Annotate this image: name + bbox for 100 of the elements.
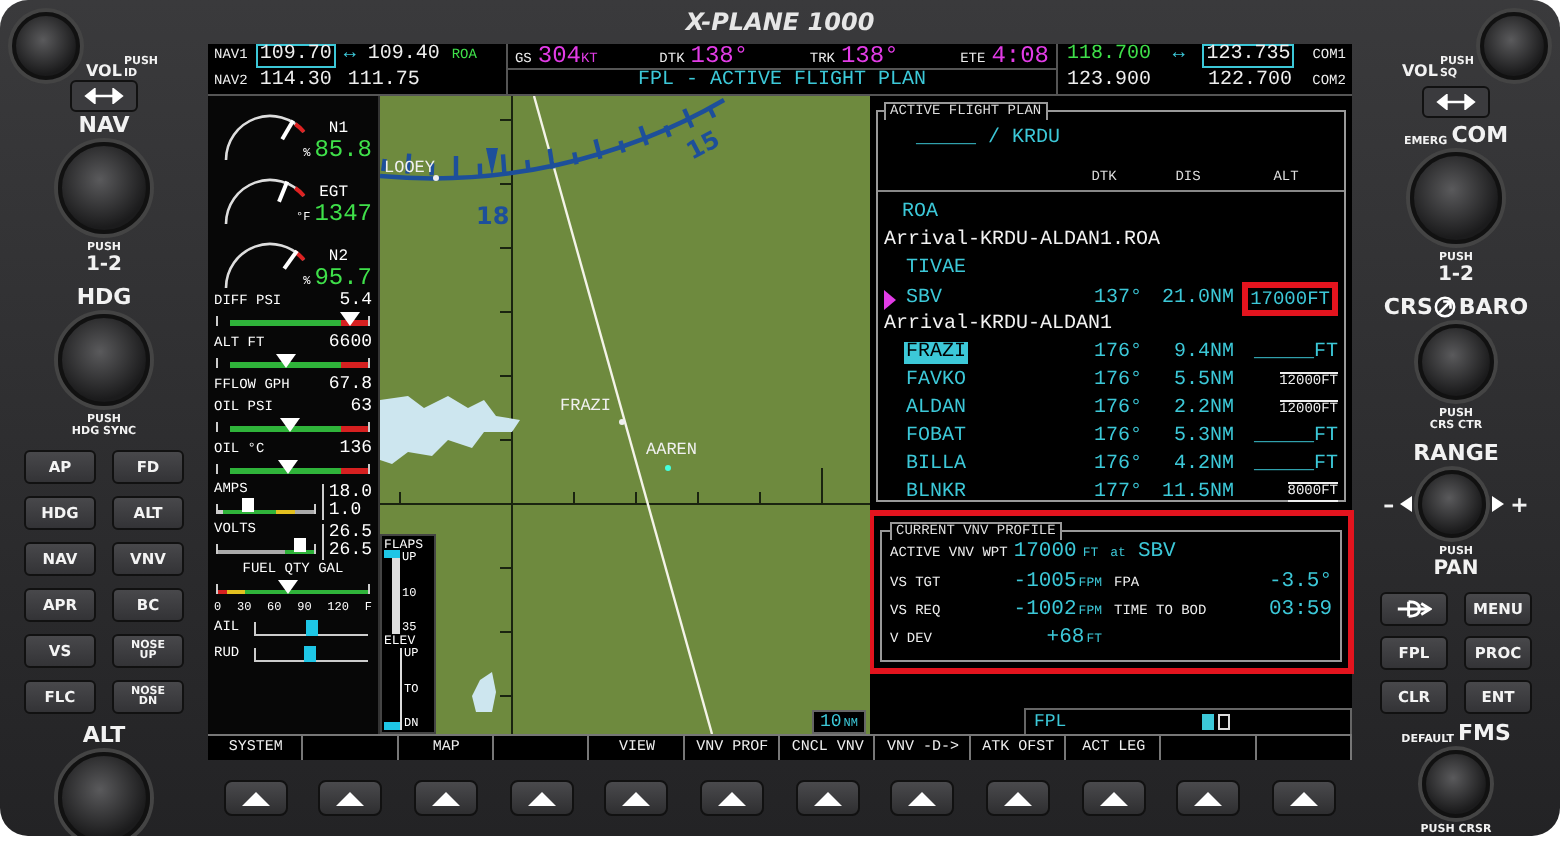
gauge-value: 18.0 xyxy=(328,484,372,502)
waypoint-label: LOOEY xyxy=(384,158,436,178)
table-cell-text: 177° xyxy=(1091,481,1142,503)
knob-label: FMS xyxy=(1457,720,1511,746)
page-title: FPL - ACTIVE FLIGHT PLAN xyxy=(508,68,1056,94)
standby-frequency[interactable]: 122.700 xyxy=(1203,69,1296,94)
field-value: -1005 xyxy=(1013,570,1077,594)
flight-plan-row[interactable]: SBV 137° 21.0NM 17000FT xyxy=(884,282,1338,310)
waypoint-name[interactable]: FRAZI xyxy=(904,341,969,363)
waypoint-label: FRAZI xyxy=(560,396,612,416)
swap-button[interactable] xyxy=(1422,85,1490,118)
gauge-value: 136 xyxy=(339,440,372,458)
double-arrow-icon xyxy=(84,88,124,104)
active-frequency[interactable]: 109.70 xyxy=(255,44,336,69)
up-triangle-icon xyxy=(1004,791,1033,805)
gauge-value: 26.5 xyxy=(328,524,372,542)
softkey-button[interactable] xyxy=(223,780,288,816)
up-triangle-icon xyxy=(241,791,270,805)
up-triangle-icon xyxy=(527,791,556,805)
waypoint-name[interactable]: FAVKO xyxy=(904,369,969,391)
field-value: +68 xyxy=(1046,626,1085,650)
standby-frequency[interactable]: 111.75 xyxy=(343,69,424,94)
knob-label: BARO xyxy=(1458,294,1529,320)
device-title: X-PLANE 1000 xyxy=(685,8,875,36)
active-frequency[interactable]: 114.30 xyxy=(255,69,336,94)
flight-plan-row[interactable]: TIVAE xyxy=(884,254,1338,282)
waypoint-name[interactable]: BLNKR xyxy=(904,481,969,503)
double-arrow-icon xyxy=(1436,93,1476,110)
softkey-button[interactable] xyxy=(318,780,383,816)
altitude-constraint[interactable]: _____FT xyxy=(1253,341,1338,363)
waypoint-marker xyxy=(665,465,671,471)
waypoint-name[interactable]: BILLA xyxy=(904,453,969,475)
gauge-value: 85.8 xyxy=(314,138,372,164)
softkey-button[interactable] xyxy=(986,780,1051,816)
softkey-button[interactable] xyxy=(1176,780,1241,816)
table-cell-text: 137° xyxy=(1091,288,1142,310)
knob-label: CRS xyxy=(1383,294,1433,320)
knob-label: VOL xyxy=(1401,62,1438,81)
compass-label: 18 xyxy=(476,202,510,230)
gauge-label: N1 xyxy=(328,120,348,138)
active-frequency[interactable]: 123.900 xyxy=(1063,69,1156,94)
softkey-button[interactable] xyxy=(1272,780,1337,816)
waypoint-name[interactable]: ROA xyxy=(900,201,941,223)
waypoint-marker xyxy=(619,419,625,425)
field-value: -3.5° xyxy=(1266,570,1332,594)
standby-frequency[interactable]: 109.40 xyxy=(363,44,444,69)
waypoint-name[interactable]: TIVAE xyxy=(904,257,969,279)
softkey-button[interactable] xyxy=(509,780,574,816)
table-cell-text: 176° xyxy=(1091,425,1142,447)
up-triangle-icon xyxy=(622,791,651,805)
table-cell-text: 4.2NM xyxy=(1171,453,1234,475)
flight-plan-row[interactable]: FRAZI 176° 9.4NM _____FT xyxy=(884,338,1338,366)
altitude-constraint[interactable]: _____FT xyxy=(1253,453,1338,475)
gauge-value: 67.8 xyxy=(328,376,372,394)
gauge-label: EGT xyxy=(319,184,348,202)
softkey-button[interactable] xyxy=(414,780,479,816)
field-value: -1002 xyxy=(1013,598,1077,622)
waypoint-name[interactable]: FOBAT xyxy=(904,425,969,447)
active-frequency[interactable]: 118.700 xyxy=(1063,44,1156,69)
flight-plan-row[interactable]: BILLA 176° 4.2NM _____FT xyxy=(884,450,1338,478)
gauge-value: 5.4 xyxy=(339,292,372,310)
field-value: SBV xyxy=(1137,540,1176,564)
swap-arrow: ↔ xyxy=(1172,46,1185,67)
lake-shape xyxy=(380,396,520,464)
softkey-button[interactable] xyxy=(604,780,669,816)
table-cell-text: 2.2NM xyxy=(1171,397,1234,419)
softkey-button[interactable] xyxy=(1081,780,1146,816)
zoom-in-label: + xyxy=(1510,491,1529,517)
table-cell-text: 9.4NM xyxy=(1171,341,1234,363)
up-triangle-icon xyxy=(1194,791,1223,805)
up-triangle-icon xyxy=(432,791,461,805)
procedure-name[interactable]: Arrival-KRDU-ALDAN1 xyxy=(884,313,1338,335)
softkey-button[interactable] xyxy=(700,780,765,816)
altitude-constraint[interactable]: 17000FT xyxy=(1242,282,1338,316)
flight-plan-row[interactable]: ROA xyxy=(884,198,1338,226)
swap-button[interactable] xyxy=(70,80,138,112)
softkey-button[interactable] xyxy=(890,780,955,816)
knob-label: ALT xyxy=(82,722,126,748)
lake-shape xyxy=(472,672,496,712)
route-header: _____ / KRDU xyxy=(914,125,1063,154)
knob-label: RANGE xyxy=(1413,440,1499,466)
waypoint-name[interactable]: SBV xyxy=(904,288,945,310)
procedure-name[interactable]: Arrival-KRDU-ALDAN1.ROA xyxy=(884,229,1338,251)
up-triangle-icon xyxy=(718,791,747,805)
direct-to-icon xyxy=(1396,600,1432,618)
standby-frequency[interactable]: 123.735 xyxy=(1202,44,1295,69)
data-field-value: 138° xyxy=(840,44,899,68)
gauge-value: 6600 xyxy=(328,334,372,352)
flight-plan-row[interactable]: FOBAT 176° 5.3NM _____FT xyxy=(884,422,1338,450)
table-cell-text: 176° xyxy=(1091,397,1142,419)
up-triangle-icon xyxy=(1290,791,1319,805)
direct-to-button[interactable] xyxy=(1380,592,1448,626)
altitude-constraint[interactable]: _____FT xyxy=(1253,425,1338,447)
table-cell-text: 5.3NM xyxy=(1171,425,1234,447)
gauge-value: 26.5 xyxy=(328,542,372,560)
gauge-value: 95.7 xyxy=(314,266,372,292)
waypoint-name[interactable]: ALDAN xyxy=(904,397,969,419)
compass-label: 15 xyxy=(681,124,725,166)
push-label: 1-2 xyxy=(85,254,123,276)
softkey-button[interactable] xyxy=(795,780,860,816)
